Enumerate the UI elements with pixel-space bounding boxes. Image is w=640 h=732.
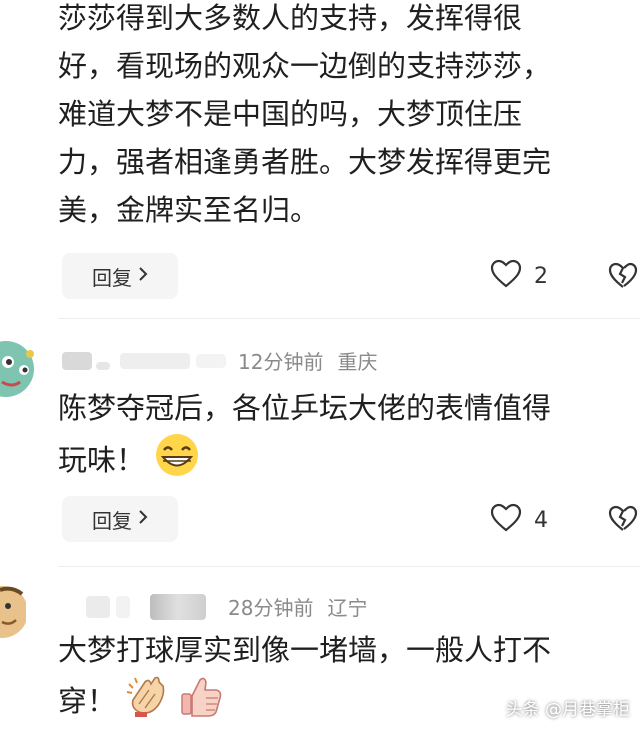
watermark: 头条 @月巷掌柜 bbox=[505, 700, 630, 720]
divider bbox=[58, 566, 640, 567]
username-blurred[interactable] bbox=[62, 351, 92, 370]
comment-1-line-3: 难道大梦不是中国的吗，大梦顶住压 bbox=[58, 97, 523, 131]
comment-1-reply-button[interactable]: 回复 bbox=[62, 253, 178, 299]
username-blurred bbox=[150, 593, 206, 620]
thumbs-up-emoji bbox=[180, 674, 224, 732]
comment-2-like-count: 4 bbox=[534, 507, 548, 533]
username-blurred[interactable] bbox=[86, 595, 110, 618]
username-blurred bbox=[120, 352, 190, 369]
comment-1-line-5: 美，金牌实至名归。 bbox=[58, 193, 320, 227]
comment-1-line-1: 莎莎得到大多数人的支持，发挥得很 bbox=[58, 1, 523, 35]
comment-2-like-button[interactable]: 4 bbox=[490, 503, 548, 537]
comment-3-line-1: 大梦打球厚实到像一堵墙，一般人打不 bbox=[58, 633, 552, 667]
comment-2-dislike-button[interactable] bbox=[608, 505, 638, 537]
reply-label: 回复 bbox=[92, 265, 132, 290]
username-blurred bbox=[96, 361, 110, 370]
avatar[interactable] bbox=[0, 584, 26, 640]
reply-label: 回复 bbox=[92, 508, 132, 533]
comment-location: 重庆 bbox=[337, 350, 378, 374]
grinning-face-emoji bbox=[154, 432, 200, 492]
comment-3-line-2: 穿！ bbox=[58, 684, 117, 718]
comment-1-like-button[interactable]: 2 bbox=[490, 259, 548, 293]
chevron-right-icon bbox=[138, 509, 148, 530]
comment-1-dislike-button[interactable] bbox=[608, 262, 638, 294]
heart-icon bbox=[490, 259, 522, 293]
avatar[interactable] bbox=[0, 340, 36, 398]
comment-1-like-count: 2 bbox=[534, 263, 548, 289]
comment-2-meta: 12分钟前 重庆 bbox=[62, 346, 377, 375]
chevron-right-icon bbox=[138, 266, 148, 287]
heart-icon bbox=[490, 503, 522, 537]
comment-location: 辽宁 bbox=[327, 596, 368, 620]
comment-1-line-4: 力，强者相逢勇者胜。大梦发挥得更完 bbox=[58, 145, 552, 179]
comment-time: 12分钟前 bbox=[238, 350, 324, 374]
comment-2-line-2: 玩味！ bbox=[58, 443, 146, 477]
clapping-hands-emoji bbox=[125, 674, 171, 732]
comment-time: 28分钟前 bbox=[228, 596, 314, 620]
comment-1-text: 莎莎得到大多数人的支持，发挥得很 好，看现场的观众一边倒的支持莎莎， 难道大梦不… bbox=[58, 0, 640, 234]
comment-3-meta: 28分钟前 辽宁 bbox=[86, 592, 367, 621]
comment-2-line-1: 陈梦夺冠后，各位乒坛大佬的表情值得 bbox=[58, 391, 552, 425]
comment-2-text: 陈梦夺冠后，各位乒坛大佬的表情值得 玩味！ bbox=[58, 384, 640, 492]
comment-2-reply-button[interactable]: 回复 bbox=[62, 496, 178, 542]
username-blurred bbox=[116, 595, 130, 618]
broken-heart-icon bbox=[608, 262, 638, 294]
username-blurred bbox=[196, 353, 226, 368]
broken-heart-icon bbox=[608, 505, 638, 537]
comment-1-line-2: 好，看现场的观众一边倒的支持莎莎， bbox=[58, 49, 552, 83]
divider bbox=[58, 318, 640, 319]
